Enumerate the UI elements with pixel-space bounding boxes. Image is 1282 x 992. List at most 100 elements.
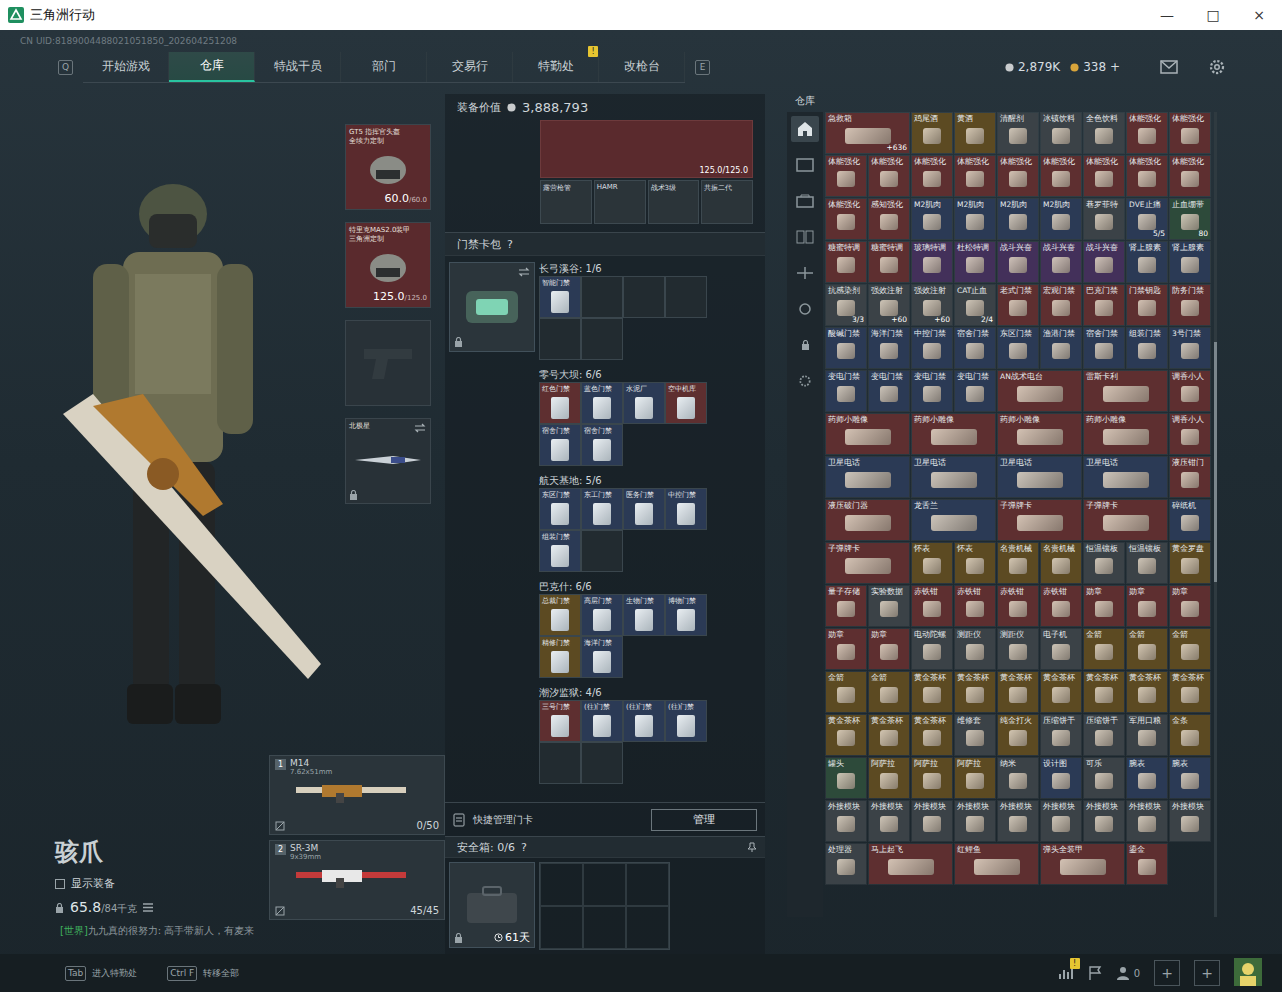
stash-item[interactable]: 维修套: [954, 714, 996, 756]
safe-slot[interactable]: [626, 863, 669, 906]
nav-tab[interactable]: 开始游戏: [83, 52, 169, 82]
stash-item[interactable]: 全色饮料: [1083, 112, 1125, 154]
stash-item[interactable]: DVE止痛5/5: [1126, 198, 1168, 240]
stash-item[interactable]: 测距仪: [997, 628, 1039, 670]
stash-item[interactable]: 纯金打火: [997, 714, 1039, 756]
stash-item[interactable]: 赤铁钳: [911, 585, 953, 627]
stash-item[interactable]: 宿舍门禁: [1083, 327, 1125, 369]
stash-item[interactable]: 体能强化: [1126, 155, 1168, 197]
stash-item[interactable]: 压缩饼干: [1083, 714, 1125, 756]
stash-item[interactable]: 体能强化: [1040, 155, 1082, 197]
stash-item[interactable]: 渔港门禁: [1040, 327, 1082, 369]
keycard-slot[interactable]: 总裁门禁: [539, 594, 581, 636]
stash-category-tab[interactable]: [791, 224, 819, 250]
stash-item[interactable]: 玻璃特调: [911, 241, 953, 283]
settings-gear-icon[interactable]: [1208, 58, 1226, 76]
stash-item[interactable]: 药师小雕像: [825, 413, 910, 455]
stash-item[interactable]: 黄金茶杯: [1126, 671, 1168, 713]
stash-item[interactable]: M2肌肉: [911, 198, 953, 240]
stash-item[interactable]: 液压破门器: [825, 499, 910, 541]
stash-item[interactable]: 门禁钥匙: [1126, 284, 1168, 326]
stash-item[interactable]: 阿萨拉: [868, 757, 910, 799]
stash-item[interactable]: 金条: [1169, 714, 1211, 756]
keycard-slot[interactable]: [665, 276, 707, 318]
stash-item[interactable]: 鎏金: [1126, 843, 1168, 885]
stash-item[interactable]: 老式门禁: [997, 284, 1039, 326]
stash-item[interactable]: 体能强化: [1169, 112, 1211, 154]
stash-item[interactable]: AN战术电台: [997, 370, 1082, 412]
stash-item[interactable]: 黄金茶杯: [1040, 671, 1082, 713]
show-equipment-checkbox[interactable]: [55, 879, 65, 889]
stash-item[interactable]: 赤铁钳: [1040, 585, 1082, 627]
backpack-item[interactable]: 共振二代: [701, 180, 753, 224]
backpack-item[interactable]: 露营枪管: [540, 180, 592, 224]
stash-category-tab[interactable]: [791, 152, 819, 178]
stash-item[interactable]: 药师小雕像: [1083, 413, 1168, 455]
stash-item[interactable]: 压缩饼干: [1040, 714, 1082, 756]
stash-item[interactable]: 马上起飞: [868, 843, 953, 885]
stash-item[interactable]: 恒温镶板: [1126, 542, 1168, 584]
stash-item[interactable]: 强效注射+60: [868, 284, 910, 326]
keycard-slot[interactable]: 宿舍门禁: [581, 424, 623, 466]
stash-item[interactable]: 勋章: [1083, 585, 1125, 627]
stash-item[interactable]: 腕表: [1169, 757, 1211, 799]
keycard-slot[interactable]: [581, 742, 623, 784]
stash-item[interactable]: 金箭: [868, 671, 910, 713]
safe-slot[interactable]: [583, 906, 626, 949]
stash-item[interactable]: 外接模块: [1169, 800, 1211, 842]
stats-button[interactable]: !: [1058, 966, 1074, 980]
stash-item[interactable]: 变电门禁: [825, 370, 867, 412]
stash-item[interactable]: 子弹牌卡: [1083, 499, 1168, 541]
help-mark[interactable]: ?: [507, 238, 513, 251]
stash-item[interactable]: 糖蜜特调: [868, 241, 910, 283]
friends-button[interactable]: 0: [1116, 966, 1140, 980]
safe-slot[interactable]: [626, 906, 669, 949]
stash-item[interactable]: 金箭: [825, 671, 867, 713]
nav-tab[interactable]: 部门: [341, 52, 427, 82]
stash-item[interactable]: 肾上腺素: [1169, 241, 1211, 283]
stash-item[interactable]: 海洋门禁: [868, 327, 910, 369]
equipment-slot[interactable]: 北极星: [345, 418, 431, 504]
stash-item[interactable]: 体能强化: [825, 198, 867, 240]
keycard-slot[interactable]: 东区门禁: [539, 488, 581, 530]
stash-item[interactable]: 阿萨拉: [911, 757, 953, 799]
keycard-slot[interactable]: (往)门禁: [581, 700, 623, 742]
stash-item[interactable]: 外接模块: [868, 800, 910, 842]
keycard-slot[interactable]: [581, 318, 623, 360]
keycard-slot[interactable]: [581, 276, 623, 318]
stash-item[interactable]: 外接模块: [1126, 800, 1168, 842]
stash-item[interactable]: 巷罗菲特: [1083, 198, 1125, 240]
stash-item[interactable]: 量子存储: [825, 585, 867, 627]
stash-item[interactable]: 调香小人: [1169, 413, 1211, 455]
stash-item[interactable]: 黄金罗盘: [1169, 542, 1211, 584]
prev-tab-key[interactable]: Q: [58, 60, 73, 75]
backpack-item[interactable]: 战术3级: [648, 180, 700, 224]
keycard-slot[interactable]: 高层门禁: [581, 594, 623, 636]
stash-item[interactable]: 卫星电话: [825, 456, 910, 498]
stash-item[interactable]: 清醒剂: [997, 112, 1039, 154]
stash-item[interactable]: 罐头: [825, 757, 867, 799]
stash-item[interactable]: 外接模块: [825, 800, 867, 842]
stash-item[interactable]: 杜松特调: [954, 241, 996, 283]
stash-item[interactable]: 中控门禁: [911, 327, 953, 369]
stash-item[interactable]: 糖蜜特调: [825, 241, 867, 283]
swap-icon[interactable]: [414, 423, 426, 433]
nav-tab[interactable]: 改枪台: [599, 52, 685, 82]
keycard-slot[interactable]: 三号门禁: [539, 700, 581, 742]
stash-item[interactable]: 变电门禁: [868, 370, 910, 412]
keycard-slot[interactable]: 东工门禁: [581, 488, 623, 530]
mail-icon[interactable]: [1160, 60, 1178, 74]
stash-item[interactable]: 军用口粮: [1126, 714, 1168, 756]
stash-item[interactable]: 勋章: [1169, 585, 1211, 627]
nav-tab[interactable]: 仓库: [169, 52, 255, 82]
key-hint[interactable]: Tab进入特勤处: [65, 966, 137, 981]
stash-item[interactable]: 卫星电话: [997, 456, 1082, 498]
next-tab-key[interactable]: E: [695, 60, 710, 75]
stash-item[interactable]: 体能强化: [1169, 155, 1211, 197]
stash-item[interactable]: CAT止血2/4: [954, 284, 996, 326]
invite-slot[interactable]: +: [1194, 960, 1220, 986]
stash-item[interactable]: 变电门禁: [954, 370, 996, 412]
stash-item[interactable]: 怀表: [911, 542, 953, 584]
stash-item[interactable]: 阿萨拉: [954, 757, 996, 799]
keycard-slot[interactable]: 精修门禁: [539, 636, 581, 678]
